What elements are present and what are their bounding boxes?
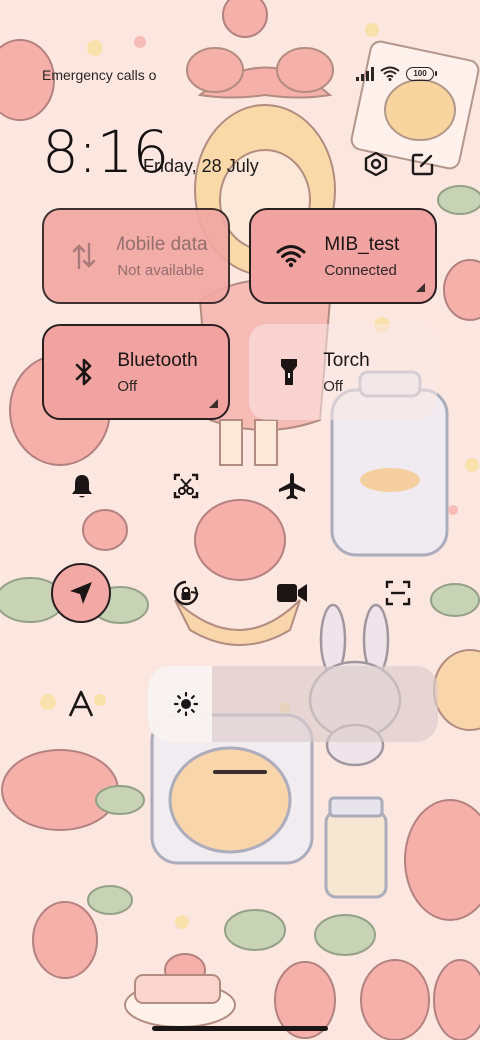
mobile-data-status: Not available	[117, 261, 205, 279]
video-toggle[interactable]	[262, 563, 322, 623]
expand-corner-icon[interactable]	[209, 399, 218, 408]
scan-icon	[385, 580, 411, 606]
video-camera-icon	[277, 584, 307, 602]
ringer-toggle[interactable]	[52, 456, 112, 516]
bluetooth-tile[interactable]: Bluetooth Off	[42, 324, 230, 420]
mobile-data-tile[interactable]: Mobile data Not available	[42, 208, 230, 304]
font-size-icon	[68, 690, 94, 717]
font-size-toggle[interactable]	[51, 674, 111, 734]
wifi-network-name: MIB_test	[324, 233, 400, 255]
airplane-toggle[interactable]	[262, 456, 322, 516]
battery-indicator: 100	[406, 66, 437, 81]
status-icons: 100	[356, 66, 437, 81]
rotation-lock-icon	[173, 580, 199, 606]
carrier-status-text: Emergency calls o	[42, 67, 157, 83]
settings-icon[interactable]	[362, 150, 390, 178]
screenshot-icon	[173, 473, 199, 499]
drag-handle[interactable]	[213, 770, 267, 774]
navigation-gesture-bar[interactable]	[152, 1026, 328, 1031]
torch-status: Off	[323, 377, 343, 395]
location-arrow-icon	[70, 582, 92, 604]
brightness-slider[interactable]	[148, 666, 438, 742]
bluetooth-status: Off	[117, 377, 138, 395]
wifi-icon	[380, 66, 400, 81]
torch-icon	[273, 357, 305, 387]
signal-icon	[356, 66, 374, 81]
edit-icon[interactable]	[409, 150, 437, 178]
expand-corner-icon[interactable]	[416, 283, 425, 292]
wifi-tile-icon	[275, 244, 306, 268]
torch-title: Torch	[323, 349, 370, 371]
bluetooth-icon	[68, 357, 99, 387]
brightness-sun-icon	[172, 690, 200, 718]
scanner-toggle[interactable]	[368, 563, 428, 623]
bell-icon	[72, 475, 92, 498]
rotation-lock-toggle[interactable]	[156, 563, 216, 623]
airplane-icon	[279, 473, 305, 500]
wifi-status: Connected	[324, 261, 397, 279]
mobile-data-icon	[68, 242, 99, 270]
mobile-data-title: Mobile data	[117, 233, 208, 255]
torch-tile[interactable]: Torch Off	[249, 324, 437, 420]
wifi-tile[interactable]: MIB_test Connected	[249, 208, 437, 304]
location-toggle[interactable]	[51, 563, 111, 623]
date: Friday, 28 July	[143, 156, 259, 176]
bluetooth-title: Bluetooth	[117, 349, 198, 371]
screenshot-toggle[interactable]	[156, 456, 216, 516]
